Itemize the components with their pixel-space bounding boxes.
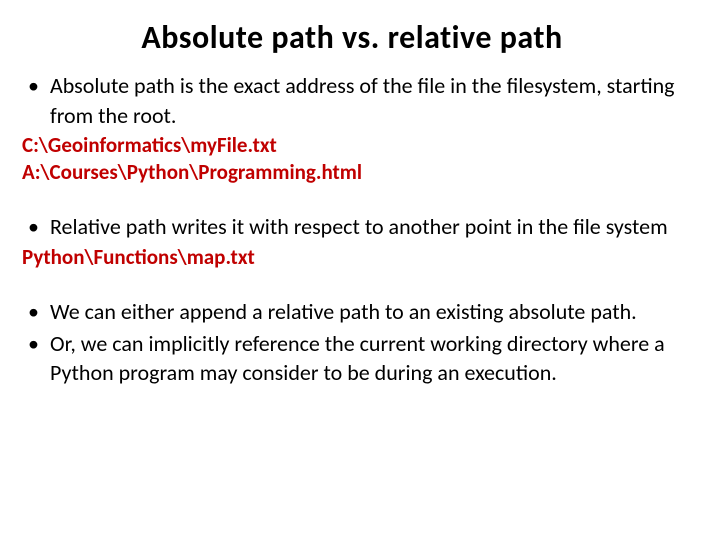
content-list: We can either append a relative path to … bbox=[22, 297, 682, 388]
content-list: Absolute path is the exact address of th… bbox=[22, 71, 682, 130]
bullet-implicit-cwd: Or, we can implicitly reference the curr… bbox=[22, 329, 682, 388]
bullet-append-relative: We can either append a relative path to … bbox=[22, 297, 682, 327]
bullet-absolute-definition: Absolute path is the exact address of th… bbox=[22, 71, 682, 130]
content-list: Relative path writes it with respect to … bbox=[22, 212, 682, 242]
spacer bbox=[22, 186, 682, 212]
path-example-absolute-2: A:\Courses\Python\Programming.html bbox=[22, 159, 682, 185]
spacer bbox=[22, 271, 682, 297]
bullet-relative-definition: Relative path writes it with respect to … bbox=[22, 212, 682, 242]
path-example-absolute-1: C:\Geoinformatics\myFile.txt bbox=[22, 132, 682, 158]
slide-title: Absolute path vs. relative path bbox=[22, 18, 682, 57]
path-example-relative-1: Python\Functions\map.txt bbox=[22, 244, 682, 270]
